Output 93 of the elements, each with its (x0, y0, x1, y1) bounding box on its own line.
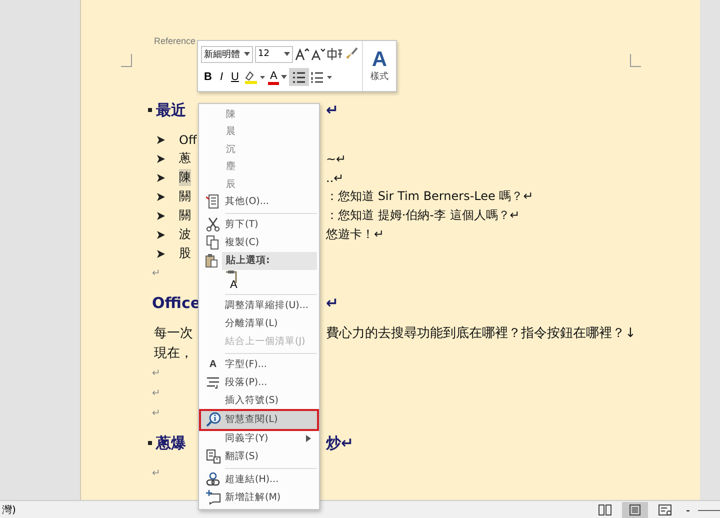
document-text: 每一次 (153, 325, 193, 342)
menu-item[interactable]: 晨 (201, 123, 317, 141)
menu-item[interactable]: 超連結(H)... (201, 470, 317, 489)
document-text: ↵ (151, 268, 160, 278)
document-text: ~↵ (326, 152, 348, 166)
search-icon (206, 412, 220, 428)
bullet-square-icon (148, 441, 152, 445)
menu-item[interactable]: 其他(O)... (201, 192, 317, 211)
translate-icon (206, 449, 220, 464)
bullet-square-icon (148, 108, 152, 112)
document-text: 波 (179, 226, 191, 243)
shrink-font-icon[interactable] (311, 47, 325, 62)
document-text: 悠遊卡！↵ (326, 226, 386, 243)
menu-item[interactable]: 沉 (201, 140, 317, 158)
grow-font-icon[interactable] (295, 47, 309, 62)
zoom-out-button[interactable]: - (682, 503, 694, 517)
menu-item[interactable]: 插入符號(S) (201, 392, 317, 410)
status-text: 灣) (1, 504, 16, 517)
paragraph-icon (206, 376, 220, 390)
menu-item[interactable]: 智慧查閱(L) (201, 410, 317, 429)
arrow-bullet-icon (156, 172, 166, 182)
heading-text: Office (152, 294, 201, 312)
menu-item[interactable]: 段落(P)... (201, 374, 317, 392)
document-text: ↵ (151, 408, 160, 418)
menu-section-header: 貼上選項: (222, 252, 317, 270)
font-name-field[interactable]: 新細明體 (201, 46, 253, 63)
document-text: ↵ (151, 368, 160, 378)
font-letter-icon: A (209, 359, 217, 370)
menu-item[interactable]: 調整清單縮排(U)... (201, 296, 317, 315)
bold-button[interactable]: B (201, 68, 215, 86)
document-text: ：您知道 提姆·伯納-李 這個人嗎？↵ (326, 207, 521, 224)
font-color-button[interactable]: A (268, 69, 280, 86)
menu-item[interactable]: 翻譯(S) (201, 448, 317, 466)
document-text: Off (179, 132, 197, 146)
document-icon (206, 194, 220, 210)
menu-item[interactable]: 分離清單(L) (201, 314, 317, 333)
document-text: ↵ (151, 468, 160, 478)
header-label: Reference (154, 36, 196, 46)
heading-text: ↵ (326, 101, 340, 119)
menu-item[interactable]: A 字型(F)... (201, 356, 317, 374)
document-text: 陳 (179, 169, 191, 186)
document-text: 費心力的去搜尋功能到底在哪裡？指令按鈕在哪裡？↓ (326, 325, 637, 342)
book-icon (598, 504, 612, 516)
heading-text: 最近 (156, 100, 186, 120)
arrow-bullet-icon (156, 230, 166, 240)
menu-item[interactable]: 辰 (201, 176, 317, 193)
crop-mark (630, 54, 641, 67)
menu-item[interactable]: 複製(C) (201, 234, 317, 252)
menu-item[interactable]: 陳 (201, 106, 317, 124)
document-text: 關 (179, 207, 191, 224)
submenu-arrow-icon (306, 435, 311, 442)
bullets-button[interactable] (289, 68, 310, 86)
styles-button[interactable]: A 樣式 (362, 41, 396, 91)
menu-item[interactable]: 新增註解(M) (201, 488, 317, 507)
document-text: 關 (179, 188, 191, 205)
crop-mark (121, 54, 132, 67)
web-page-icon (658, 504, 672, 516)
bullet-list-icon (292, 70, 306, 84)
document-text: 股 (179, 245, 191, 262)
comment-icon (206, 490, 220, 506)
document-text: ：您知道 Sir Tim Berners-Lee 嗎？↵ (326, 188, 534, 205)
document-text: ↵ (151, 388, 160, 398)
paste-option-button[interactable]: A (225, 270, 247, 292)
arrow-bullet-icon (156, 134, 166, 144)
caret-icon (244, 52, 250, 56)
caret-icon (284, 52, 290, 56)
brush-icon[interactable] (345, 47, 359, 62)
document-text: 蔥 (179, 150, 191, 167)
font-size-field[interactable]: 12 (255, 46, 293, 63)
heading-text: 蔥爆 (156, 434, 186, 452)
arrow-bullet-icon (156, 192, 166, 202)
document-text: 現在， (153, 345, 193, 362)
arrow-bullet-icon (156, 154, 166, 164)
scissors-icon (206, 217, 220, 232)
page-icon (628, 504, 642, 516)
copy-icon (206, 235, 220, 250)
highlighter-icon[interactable] (244, 70, 266, 84)
chain-link-icon (206, 472, 220, 488)
heading-text: 炒↵ (326, 434, 355, 452)
numbered-list-icon[interactable] (311, 70, 334, 84)
phonetic-guide-icon[interactable] (327, 47, 343, 62)
underline-button[interactable]: U (228, 68, 242, 86)
italic-button[interactable]: I (216, 68, 226, 86)
caret-icon (281, 75, 288, 80)
menu-item[interactable]: 塵 (201, 158, 317, 176)
heading-text: ↵ (326, 294, 340, 312)
clipboard-icon (204, 253, 218, 268)
menu-item[interactable]: 剪下(T) (201, 216, 317, 234)
menu-item[interactable]: 同義字(Y) (201, 430, 317, 448)
view-mode-button[interactable] (622, 502, 648, 518)
arrow-bullet-icon (156, 210, 166, 220)
document-text: ..↵ (326, 170, 345, 184)
arrow-bullet-icon (156, 248, 166, 258)
